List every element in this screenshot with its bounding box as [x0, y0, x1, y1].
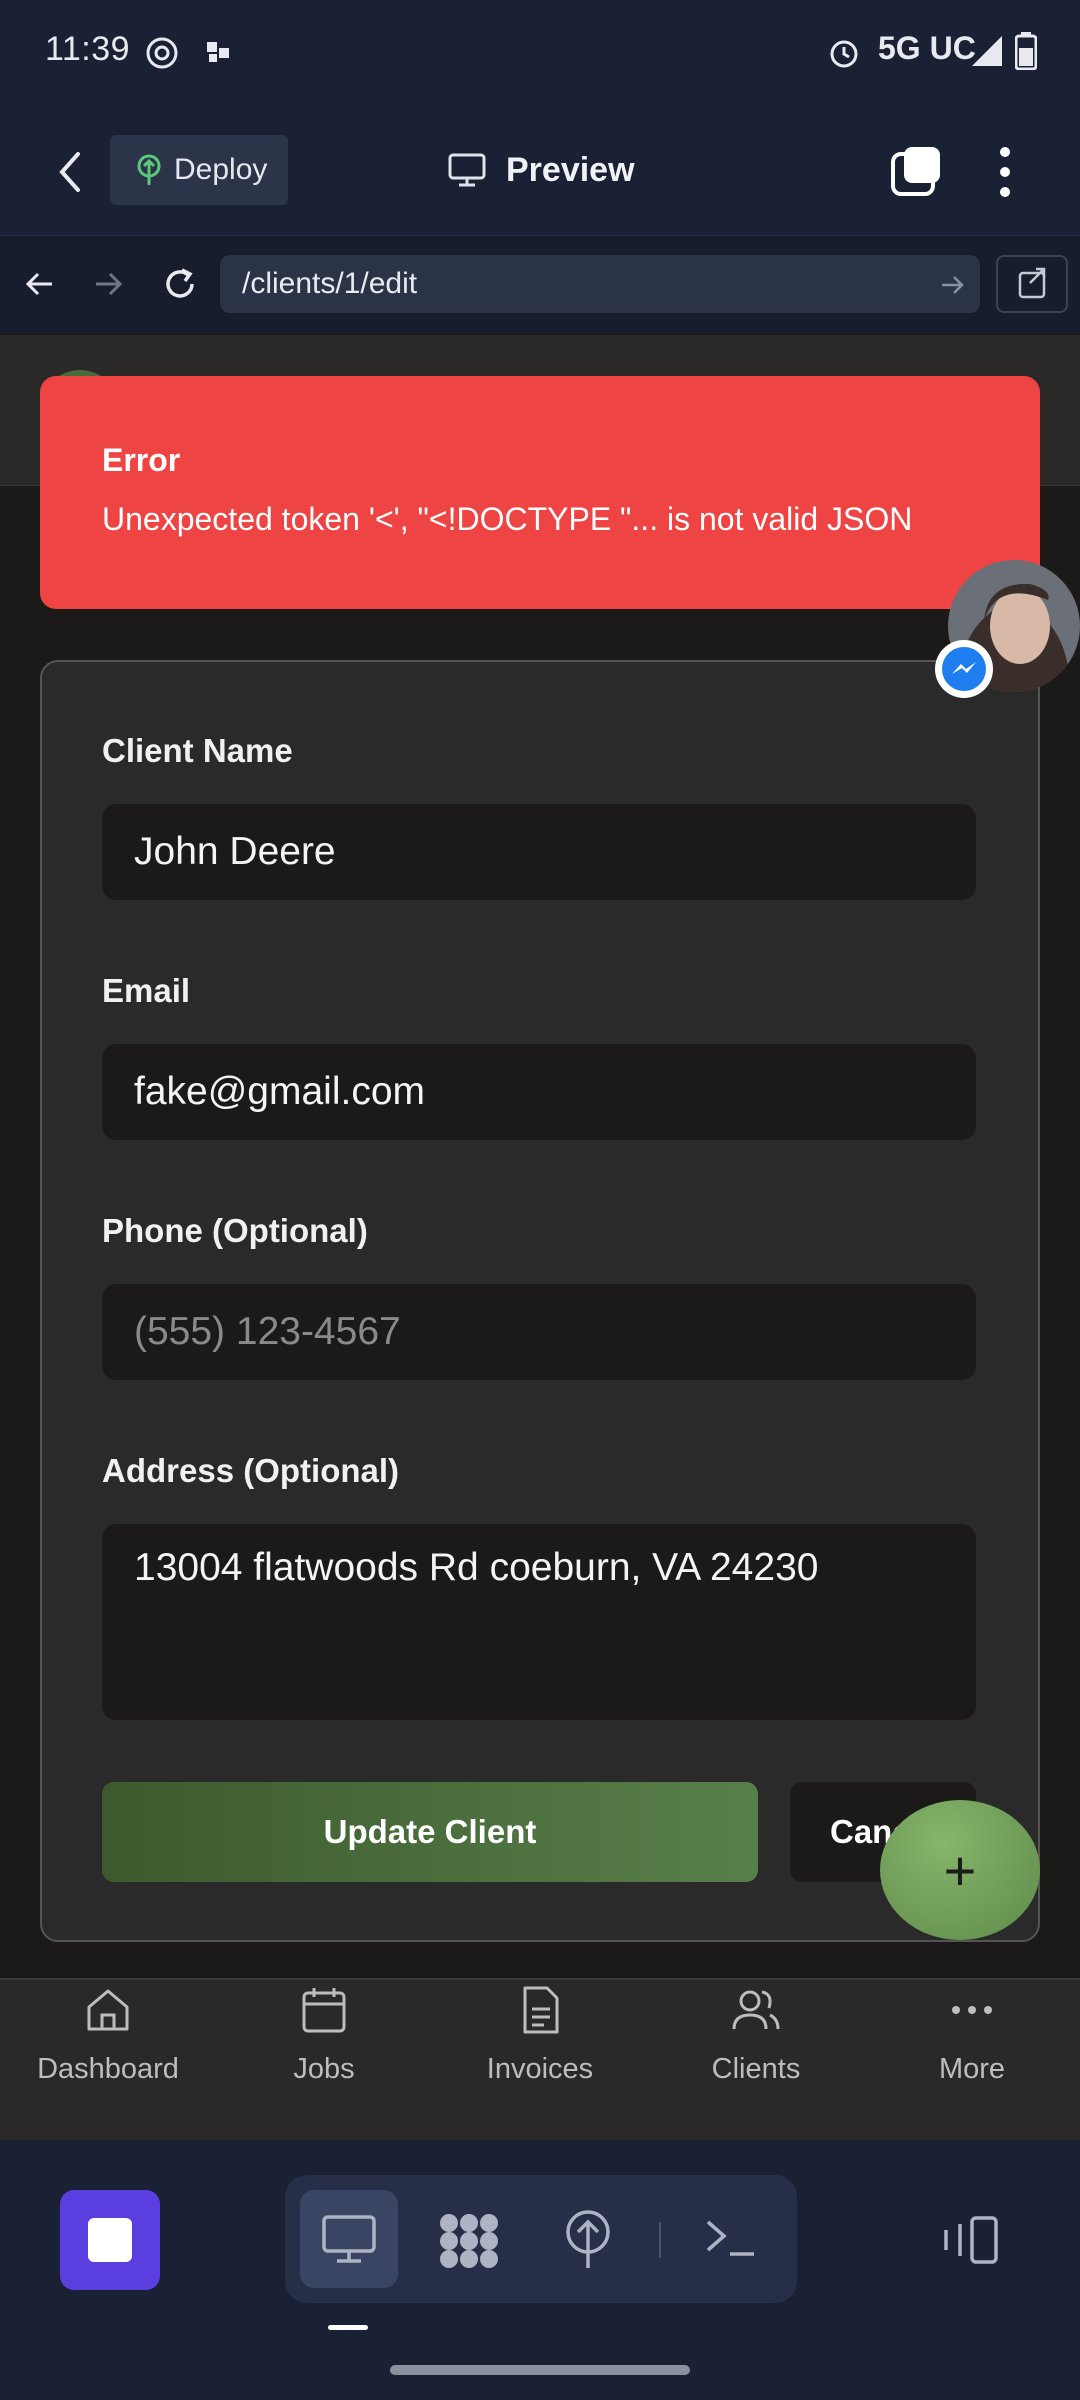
signal-icon [972, 36, 1002, 66]
client-name-label: Client Name [102, 732, 293, 769]
status-time: 11:39 [45, 30, 131, 68]
split-view-icon[interactable] [940, 2214, 1000, 2266]
home-indicator[interactable] [390, 2365, 690, 2375]
address-label: Address (Optional) [102, 1452, 400, 1489]
stop-icon [88, 2218, 132, 2262]
nav-clients[interactable]: Clients [656, 1985, 856, 2135]
home-icon [87, 1989, 129, 2031]
browser-back-icon[interactable] [22, 266, 58, 302]
nav-label-jobs: Jobs [293, 2053, 355, 2085]
nav-label-clients: Clients [711, 2053, 801, 2085]
url-field[interactable]: /clients/1/edit [220, 255, 980, 313]
active-tab-indicator [328, 2325, 368, 2330]
nav-more[interactable]: More [872, 1985, 1072, 2135]
address-textarea[interactable]: 13004 flatwoods Rd coeburn, VA 24230 [102, 1524, 976, 1720]
users-icon [732, 1990, 780, 2030]
add-fab-button[interactable]: + [880, 1800, 1040, 1940]
deploy-icon [137, 154, 161, 185]
settings-status-icon [146, 37, 178, 69]
phone-input[interactable]: (555) 123-4567 [102, 1284, 976, 1380]
reload-icon[interactable] [160, 264, 200, 304]
update-client-label: Update Client [323, 1813, 537, 1850]
email-value: fake@gmail.com [134, 1070, 426, 1113]
nav-label-invoices: Invoices [486, 2053, 594, 2085]
url-text: /clients/1/edit [242, 267, 418, 300]
plus-icon: + [943, 1838, 977, 1902]
error-message: Unexpected token '<', "<!DOCTYPE "... is… [102, 501, 913, 537]
phone-label: Phone (Optional) [102, 1212, 368, 1249]
notification-status-icon [207, 42, 229, 62]
workspace-icon[interactable] [437, 2211, 501, 2271]
preview-title: Preview [448, 145, 635, 195]
calendar-icon [302, 1988, 346, 2033]
monitor-icon [322, 2215, 376, 2263]
monitor-icon [448, 153, 486, 187]
deploy-icon[interactable] [561, 2208, 615, 2270]
update-client-button[interactable]: Update Client [102, 1782, 758, 1882]
alarm-icon [830, 40, 858, 68]
address-value: 13004 flatwoods Rd coeburn, VA 24230 [134, 1546, 819, 1589]
error-title: Error [102, 442, 181, 478]
battery-icon [1015, 32, 1037, 70]
page-title: Preview [506, 150, 635, 189]
more-options-icon[interactable] [990, 142, 1020, 202]
error-toast[interactable]: Error Unexpected token '<', "<!DOCTYPE "… [40, 376, 1040, 609]
nav-jobs[interactable]: Jobs [224, 1985, 424, 2135]
deploy-label: Deploy [174, 153, 268, 186]
tabs-button[interactable] [890, 145, 942, 197]
phone-placeholder: (555) 123-4567 [134, 1310, 401, 1353]
nav-invoices[interactable]: Invoices [440, 1985, 640, 2135]
messenger-icon [935, 640, 993, 698]
client-name-input[interactable]: John Deere [102, 804, 976, 900]
document-icon [523, 1986, 559, 2034]
browser-forward-icon[interactable] [90, 266, 126, 302]
divider [659, 2222, 661, 2258]
nav-label-more: More [938, 2053, 1006, 2085]
deploy-button[interactable]: Deploy [110, 135, 288, 205]
terminal-icon[interactable] [704, 2216, 758, 2260]
client-name-value: John Deere [134, 830, 336, 873]
back-button[interactable] [50, 142, 90, 202]
external-link-icon [1018, 267, 1046, 299]
network-type: 5G UC [878, 30, 976, 66]
more-icon [952, 2006, 992, 2014]
go-arrow-icon[interactable] [940, 274, 966, 296]
email-label: Email [102, 972, 191, 1009]
nav-label-dashboard: Dashboard [37, 2053, 179, 2085]
open-external-button[interactable] [996, 255, 1068, 313]
email-input[interactable]: fake@gmail.com [102, 1044, 976, 1140]
nav-dashboard[interactable]: Dashboard [8, 1985, 208, 2135]
